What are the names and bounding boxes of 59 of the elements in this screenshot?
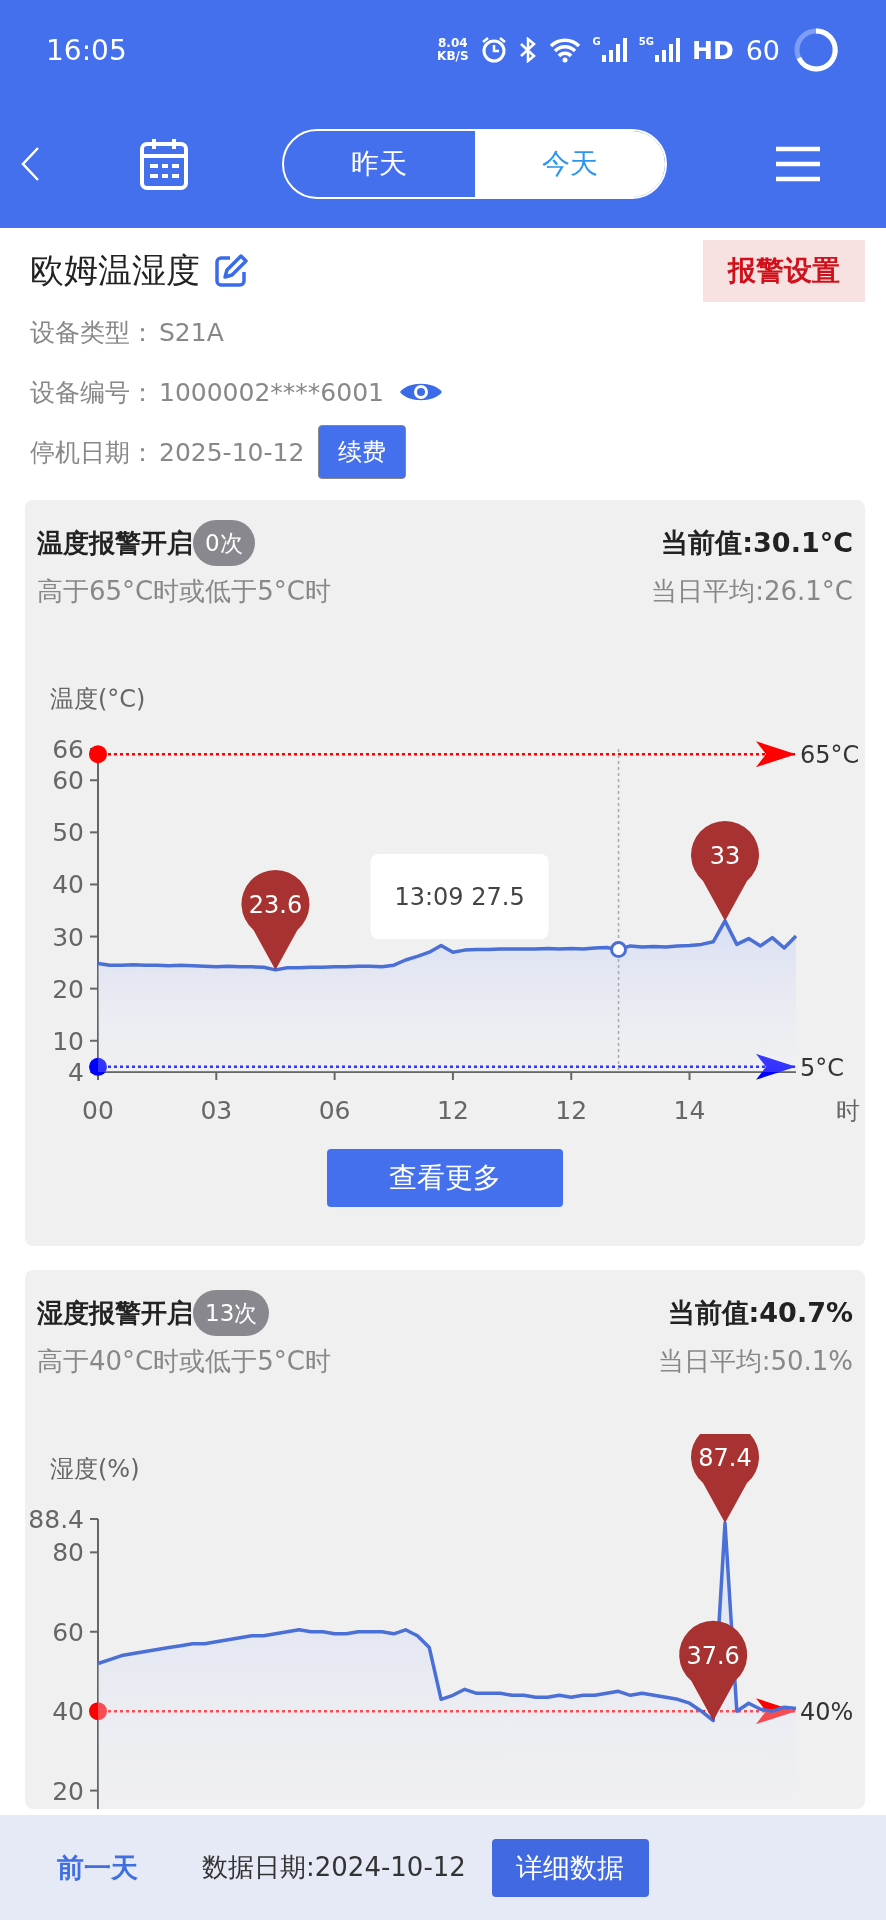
alarm-rule: 高于40°C时或低于5°C时 [37, 1344, 331, 1378]
threshold-label: 40% [800, 1698, 854, 1727]
axis-tick-label: 40 [52, 870, 84, 900]
network-speed-unit: KB/S [437, 50, 469, 63]
axis-tick-label: 66 [52, 735, 84, 764]
annotation: 87.4 [698, 1443, 752, 1472]
alarm-count-badge: 13次 [193, 1290, 270, 1336]
axis-tick-label: 20 [52, 1776, 84, 1806]
axis-title: 时 [836, 1097, 860, 1125]
alarm-rule: 高于65°C时或低于5°C时 [37, 574, 331, 608]
threshold-label: 65°C [800, 741, 860, 770]
tooltip-text: 13:09 27.5 [394, 883, 525, 911]
annotation: 37.6 [686, 1641, 740, 1670]
value-pin: 87.4 [691, 1434, 759, 1523]
axis-tick-label: 30 [52, 922, 84, 952]
hd-label: HD [691, 35, 734, 65]
current-value: 当前值:40.7% [667, 1296, 853, 1330]
axis-tick-label: 00 [82, 1096, 114, 1125]
field-label: 设备类型： [30, 316, 155, 349]
field-value: S21A [159, 317, 224, 347]
data-date: 数据日期:2024-10-12 [202, 1851, 466, 1884]
battery-level: 60 [745, 34, 780, 66]
value-pin: 37.6 [679, 1620, 748, 1721]
network-speed: 8.04 [438, 37, 468, 50]
axis-tick-label: 40 [52, 1697, 84, 1727]
axis-tick-label: 06 [318, 1096, 351, 1125]
field-label: 设备编号： [30, 376, 155, 409]
axis-tick-label: 12 [555, 1096, 588, 1125]
daily-average: 当日平均:50.1% [657, 1344, 853, 1378]
annotation: 23.6 [248, 890, 303, 919]
field-value: 2025-10-12 [159, 437, 305, 467]
annotation: 33 [709, 841, 741, 870]
threshold-label: 5°C [800, 1053, 845, 1082]
current-value: 当前值:30.1°C [661, 526, 853, 560]
axis-tick-label: 20 [52, 974, 84, 1004]
axis-tick-label: 88.4 [28, 1505, 84, 1534]
axis-tick-label: 12 [437, 1096, 469, 1125]
alarm-title: 温度报警开启 [37, 526, 193, 560]
alarm-title: 湿度报警开启 [37, 1296, 193, 1330]
axis-title: 湿度(%) [50, 1455, 140, 1483]
alarm-count-badge: 0次 [193, 520, 255, 566]
value-pin: 33 [691, 821, 759, 921]
device-name: 欧姆温湿度 [30, 249, 200, 292]
axis-tick-label: 80 [52, 1538, 84, 1568]
network-type-label: G [592, 37, 601, 47]
axis-tick-label: 60 [52, 766, 84, 796]
axis-tick-label: 03 [200, 1096, 233, 1125]
value-pin: 23.6 [241, 869, 310, 970]
daily-average: 当日平均:26.1°C [651, 574, 853, 608]
network-type-label: 5G [638, 37, 654, 47]
axis-tick-label: 4 [68, 1058, 84, 1087]
axis-tick-label: 50 [52, 818, 84, 848]
axis-tick-label: 60 [52, 1617, 84, 1647]
axis-tick-label: 14 [673, 1096, 706, 1125]
clock-time: 16:05 [46, 33, 127, 67]
axis-tick-label: 10 [52, 1026, 84, 1056]
field-value: 1000002****6001 [159, 377, 384, 407]
axis-title: 温度(°C) [50, 685, 146, 713]
field-label: 停机日期： [30, 436, 155, 469]
